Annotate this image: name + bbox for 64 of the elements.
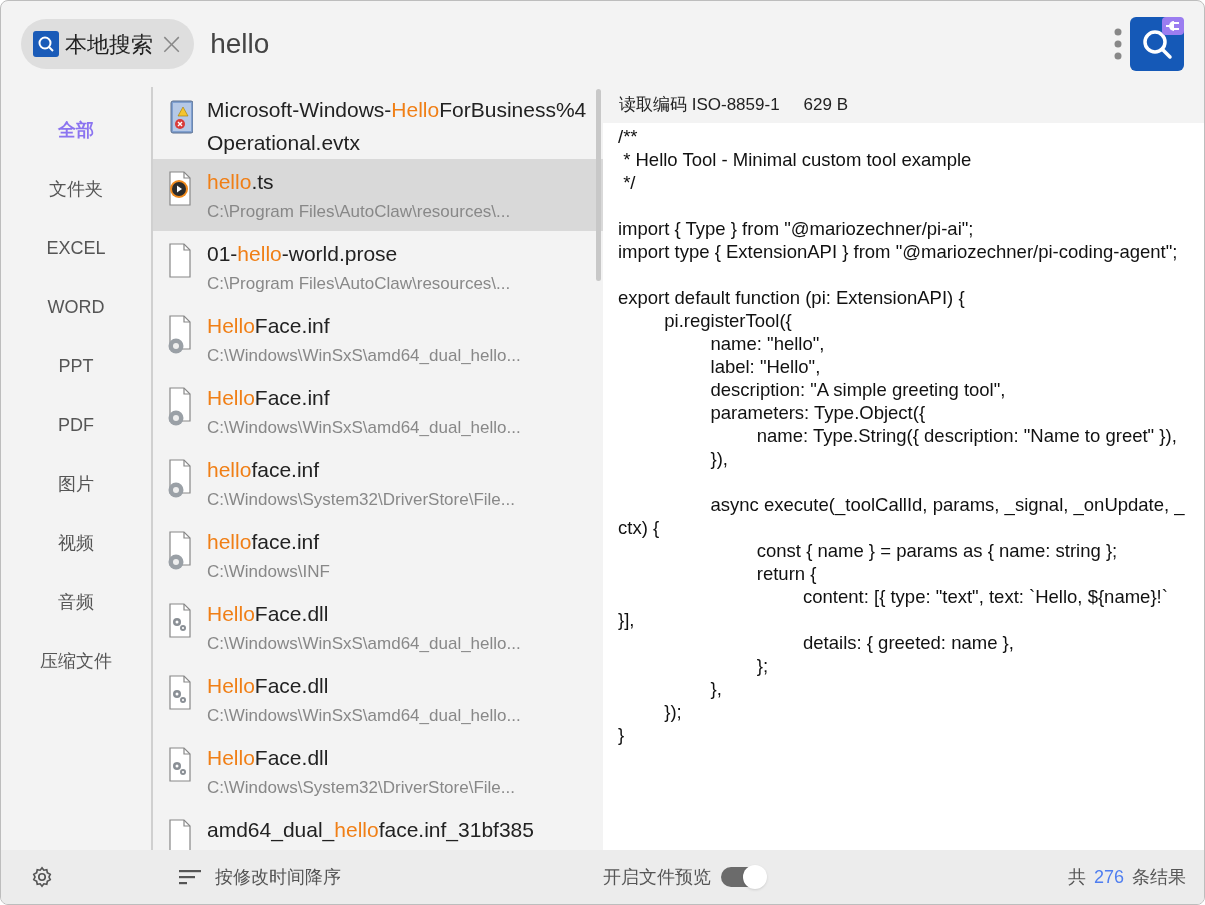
file-path: C:\Program Files\AutoClaw\resources\... (207, 201, 511, 223)
file-name: HelloFace.dll (207, 745, 330, 771)
category-tab[interactable]: PPT (58, 337, 94, 396)
category-tab[interactable]: EXCEL (46, 219, 106, 278)
code-preview: /** * Hello Tool - Minimal custom tool example */ import { Type } from "@mariozechner/pi-ai"; import type { ExtensionAPI } from "@mariozechner/pi-coding-agent"; export default function (pi: ExtensionAPI) { pi.registerTool({ name: "hello", label: "Hello", description: "A simple greeting tool", parameters: Type.Object({ name: Type.String({ description: "Name to greet" }), }), async execute(_toolCallId, params, _signal, _onUpdate, _ctx) { const { name } = params as { name: string }; return { content: [{ type: "text", text: `Hello, ${name}!` }], details: { greeted: name }, }; }, }); } (617, 125, 1186, 746)
gear-file-icon (167, 315, 193, 355)
category-tab[interactable]: 音频 (58, 573, 94, 632)
result-count: 276 (1093, 865, 1124, 889)
count-prefix: 共 (1067, 865, 1086, 889)
file-path: C:\Windows\INF (207, 561, 330, 583)
file-name: helloface.inf (207, 529, 321, 555)
file-path: C:\Windows\WinSxS\amd64_dual_hello... (207, 633, 521, 655)
category-tab[interactable]: WORD (47, 278, 105, 337)
file-name: HelloFace.dll (207, 601, 330, 627)
sort-icon (179, 869, 201, 885)
file-name: hello.ts (207, 169, 275, 195)
search-icon (1140, 27, 1174, 61)
scope-chip[interactable]: 本地搜索 × (21, 19, 195, 69)
category-tab[interactable]: 文件夹 (49, 160, 103, 219)
search-field[interactable]: hello (210, 23, 1114, 65)
result-row[interactable]: HelloFace.dll C:\Windows\WinSxS\amd64_dual_hello... (153, 591, 603, 663)
file-name: amd64_dual_helloface.inf_31bf385 (207, 817, 534, 844)
scope-label: 本地搜索 (65, 30, 153, 59)
file-name: HelloFace.inf (207, 313, 331, 339)
result-row[interactable]: amd64_dual_helloface.inf_31bf385 (153, 807, 603, 850)
category-tab[interactable]: 图片 (58, 455, 94, 514)
category-tab[interactable]: 视频 (58, 514, 94, 573)
category-tab[interactable]: 压缩文件 (40, 632, 112, 691)
category-tab[interactable]: PDF (58, 396, 94, 455)
result-row[interactable]: 01-hello-world.prose C:\Program Files\AutoClaw\resources\... (153, 231, 603, 303)
count-suffix: 条结果 (1132, 865, 1186, 889)
file-path: C:\Windows\System32\DriverStore\File... (207, 777, 515, 799)
more-icon[interactable] (1114, 27, 1122, 61)
file-size: 629 B (803, 94, 849, 117)
file-path: C:\Windows\WinSxS\amd64_dual_hello... (207, 705, 521, 727)
file-name: 01-hello-world.prose (207, 241, 399, 267)
settings-icon[interactable] (31, 866, 53, 888)
result-row[interactable]: helloface.inf C:\Windows\INF (153, 519, 603, 591)
gear-file-icon (167, 531, 193, 571)
scrollbar[interactable] (596, 89, 601, 281)
file-name: helloface.inf (207, 457, 321, 483)
result-row[interactable]: HelloFace.dll C:\Windows\WinSxS\amd64_dual_hello... (153, 663, 603, 735)
file-icon (167, 819, 193, 850)
search-icon (33, 31, 59, 57)
gear-file-icon (167, 387, 193, 427)
encoding-label: 读取编码 ISO-8859-1 (619, 94, 780, 117)
result-row[interactable]: HelloFace.inf C:\Windows\WinSxS\amd64_dual_hello... (153, 303, 603, 375)
search-button[interactable] (1130, 17, 1184, 71)
file-name: Microsoft-Windows-HelloForBusiness%4Operational.evtx (207, 97, 587, 156)
sort-button[interactable]: 按修改时间降序 (179, 863, 341, 891)
file-path: C:\Windows\WinSxS\amd64_dual_hello... (207, 345, 521, 367)
file-name: HelloFace.inf (207, 385, 331, 411)
plugin-badge (1162, 17, 1184, 35)
result-row[interactable]: helloface.inf C:\Windows\System32\DriverStore\File... (153, 447, 603, 519)
gear-file-icon (167, 459, 193, 499)
result-row[interactable]: HelloFace.dll C:\Windows\System32\DriverStore\File... (153, 735, 603, 807)
file-path: C:\Windows\WinSxS\amd64_dual_hello... (207, 417, 521, 439)
file-path: C:\Windows\System32\DriverStore\File... (207, 489, 515, 511)
result-row[interactable]: HelloFace.inf C:\Windows\WinSxS\amd64_dual_hello... (153, 375, 603, 447)
preview-toggle-label: 开启文件预览 (603, 865, 711, 889)
result-row[interactable]: Microsoft-Windows-HelloForBusiness%4Operational.evtx (153, 87, 603, 159)
file-path: C:\Program Files\AutoClaw\resources\... (207, 273, 511, 295)
result-row[interactable]: hello.ts C:\Program Files\AutoClaw\resources\... (153, 159, 603, 231)
file-name: HelloFace.dll (207, 673, 330, 699)
